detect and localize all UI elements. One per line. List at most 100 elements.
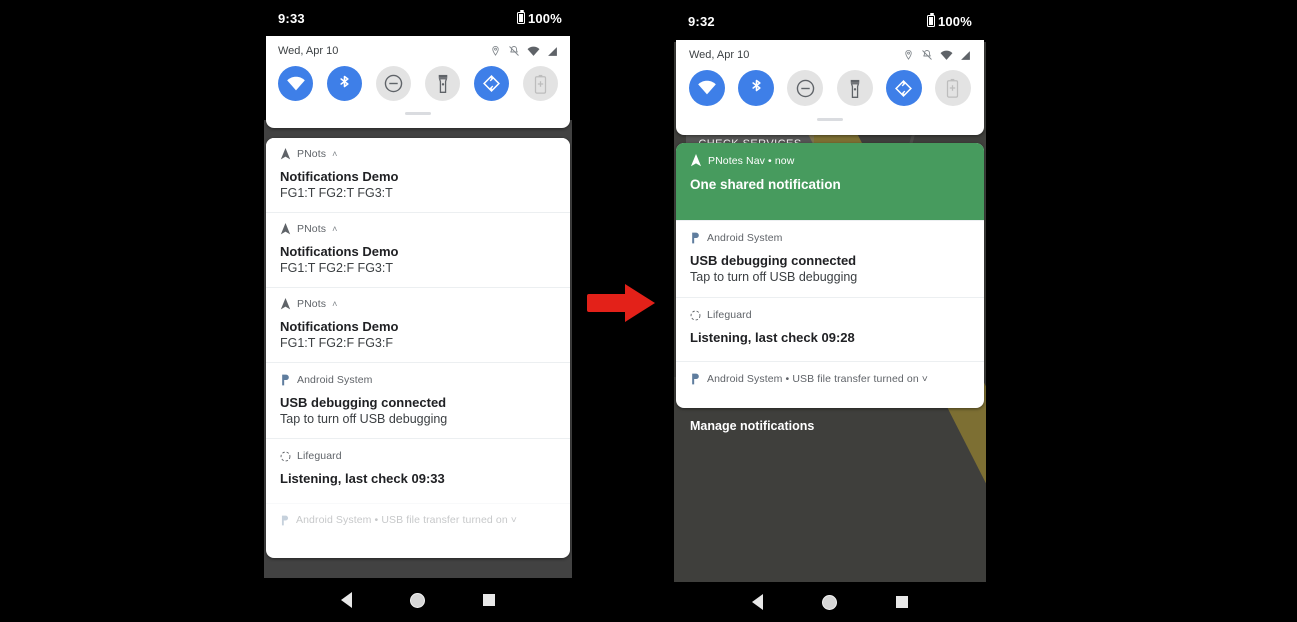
chevron-up-icon[interactable]: ˄ <box>332 299 337 309</box>
lifeguard-icon <box>280 451 291 461</box>
lifeguard-icon <box>690 310 701 320</box>
bluetooth-icon <box>340 75 349 87</box>
notification-item[interactable]: Android System USB debugging connected T… <box>676 220 984 297</box>
do-not-disturb-tile[interactable] <box>787 70 824 106</box>
wifi-tile[interactable] <box>689 70 725 106</box>
notifications-muted-icon <box>509 46 519 56</box>
notification-item[interactable]: Lifeguard Listening, last check 09:28 <box>676 297 984 361</box>
pnots-icon <box>280 148 291 160</box>
notification-title: One shared notification <box>690 177 841 192</box>
notification-body: FG1:T FG2:T FG3:T <box>280 186 393 200</box>
home-icon[interactable] <box>410 592 425 608</box>
bluetooth-tile[interactable] <box>738 70 775 106</box>
notification-footer-item[interactable]: Android System • USB file transfer turne… <box>676 361 984 396</box>
auto-rotate-icon <box>895 79 913 97</box>
notification-app-name: Android System • USB file transfer turne… <box>296 514 518 526</box>
signal-icon <box>548 46 557 56</box>
flashlight-tile[interactable] <box>836 70 873 106</box>
wifi-icon <box>698 80 716 95</box>
notification-title: Listening, last check 09:28 <box>690 330 855 345</box>
notification-header: Android System • USB file transfer turne… <box>280 514 556 526</box>
bluetooth-icon <box>752 79 761 92</box>
android-system-icon <box>692 232 699 244</box>
recents-icon[interactable] <box>896 596 909 608</box>
notification-header: PNots ˄ <box>280 298 556 310</box>
auto-rotate-icon <box>483 75 500 92</box>
right-status-bar: 9:32 100% <box>674 0 986 42</box>
battery-saver-tile[interactable] <box>523 66 558 101</box>
notification-header: PNotes Nav • now <box>690 154 970 167</box>
quick-settings-date: Wed, Apr 10 <box>278 45 339 57</box>
wifi-icon <box>527 46 540 56</box>
notifications-muted-icon <box>922 50 932 60</box>
status-bar-time: 9:33 <box>278 10 305 26</box>
notification-item-shared[interactable]: PNotes Nav • now One shared notification <box>676 143 984 220</box>
notification-body: Tap to turn off USB debugging <box>690 270 858 284</box>
android-system-icon <box>282 374 289 386</box>
back-icon[interactable] <box>751 594 763 610</box>
notification-app-name: Android System • USB file transfer turne… <box>707 373 929 385</box>
manage-notifications-button[interactable]: Manage notifications <box>690 419 814 433</box>
home-icon[interactable] <box>821 594 837 610</box>
notification-header: PNots ˄ <box>280 223 556 235</box>
location-icon <box>905 50 912 60</box>
right-notification-list: PNotes Nav • now One shared notification… <box>676 143 984 408</box>
notification-header: PNots ˄ <box>280 148 556 160</box>
do-not-disturb-icon <box>384 74 403 93</box>
recents-icon[interactable] <box>483 594 495 606</box>
pnots-icon <box>280 298 291 310</box>
right-arrow <box>587 284 667 322</box>
notification-body: FG1:T FG2:F FG3:T <box>280 261 393 275</box>
notification-title: Notifications Demo <box>280 169 399 184</box>
auto-rotate-tile[interactable] <box>885 70 922 106</box>
screenshot-canvas: 9:33 100% Wed, Apr 10 PNots ˄ Notificati… <box>0 0 1297 622</box>
quick-settings-tiles <box>278 66 558 101</box>
quick-settings-tiles <box>689 70 971 106</box>
battery-saver-tile[interactable] <box>934 70 971 106</box>
signal-icon <box>961 50 970 60</box>
do-not-disturb-icon <box>796 79 815 97</box>
flashlight-tile[interactable] <box>425 66 460 101</box>
quick-settings-drag-handle[interactable] <box>817 118 843 121</box>
right-nav-bar <box>674 582 986 622</box>
quick-settings-drag-handle[interactable] <box>405 112 431 115</box>
pnots-icon <box>280 223 291 235</box>
status-bar-battery-percent: 100% <box>937 13 972 29</box>
battery-saver-icon <box>947 78 959 98</box>
bluetooth-tile[interactable] <box>327 66 362 101</box>
notification-app-name: PNots <box>297 223 327 235</box>
notification-header: Android System <box>280 374 556 386</box>
status-bar-time: 9:32 <box>688 13 715 29</box>
notification-body: FG1:T FG2:F FG3:F <box>280 336 393 350</box>
notification-footer-item[interactable]: Android System • USB file transfer turne… <box>266 503 570 536</box>
notification-header: Android System <box>690 232 970 244</box>
notification-app-name: Lifeguard <box>297 450 342 462</box>
auto-rotate-tile[interactable] <box>474 66 509 101</box>
quick-settings-status-icons <box>903 49 971 61</box>
quick-settings-date: Wed, Apr 10 <box>689 49 750 61</box>
quick-settings-header: Wed, Apr 10 <box>278 45 558 57</box>
back-icon[interactable] <box>341 592 352 608</box>
notification-header: Lifeguard <box>690 309 970 321</box>
flashlight-icon <box>850 79 859 98</box>
notification-item[interactable]: PNots ˄ Notifications Demo FG1:T FG2:T F… <box>266 138 570 212</box>
left-nav-bar <box>264 578 572 622</box>
flashlight-icon <box>438 74 447 93</box>
notification-item[interactable]: Android System USB debugging connected T… <box>266 362 570 438</box>
left-quick-settings-panel: Wed, Apr 10 <box>266 36 570 128</box>
right-phone: Landings Dr Charleston o St ngstorff Goo… <box>674 0 986 622</box>
left-status-bar: 9:33 100% <box>264 0 576 36</box>
notification-title: Notifications Demo <box>280 244 399 259</box>
notification-item[interactable]: Lifeguard Listening, last check 09:33 <box>266 438 570 503</box>
chevron-up-icon[interactable]: ˄ <box>332 149 337 159</box>
wifi-tile[interactable] <box>278 66 313 101</box>
notification-item[interactable]: PNots ˄ Notifications Demo FG1:T FG2:F F… <box>266 212 570 287</box>
notification-header: Lifeguard <box>280 450 556 462</box>
notification-item[interactable]: PNots ˄ Notifications Demo FG1:T FG2:F F… <box>266 287 570 362</box>
chevron-up-icon[interactable]: ˄ <box>332 224 337 234</box>
do-not-disturb-tile[interactable] <box>376 66 411 101</box>
android-system-icon <box>281 515 289 525</box>
notification-body: Tap to turn off USB debugging <box>280 412 448 426</box>
wifi-icon <box>286 76 305 90</box>
pnotes-nav-icon <box>690 154 702 167</box>
